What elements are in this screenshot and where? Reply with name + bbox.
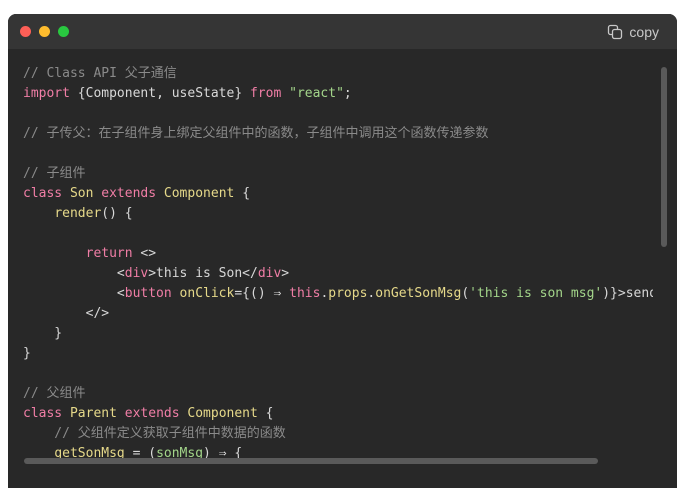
code-token: <>: [140, 246, 157, 261]
maximize-dot-icon: [58, 26, 69, 37]
code-token: 'this is son msg': [469, 286, 603, 301]
code-token: onClick: [179, 286, 235, 301]
code-line: // 子组件: [23, 164, 653, 184]
code-token: <: [23, 286, 125, 301]
code-line: // 子传父：在子组件身上绑定父组件中的函数，子组件中调用这个函数传递参数: [23, 124, 653, 144]
code-token: class: [23, 406, 70, 421]
code-token: >this is Son</: [148, 266, 258, 281]
code-token: extends: [124, 406, 188, 421]
code-token: // 子传父：在子组件身上绑定父组件中的函数，子组件中调用这个函数传递参数: [23, 126, 489, 141]
code-line: import {Component, useState} from "react…: [23, 84, 653, 104]
code-token: }: [23, 326, 63, 341]
code-token: extends: [101, 186, 164, 201]
minimize-dot-icon: [39, 26, 50, 37]
code-line: return <>: [23, 244, 653, 264]
code-token: = (: [132, 446, 157, 458]
code-line: class Parent extends Component {: [23, 404, 653, 424]
code-line: <button onClick={() ⇒ this.props.onGetSo…: [23, 284, 653, 304]
horizontal-scrollbar[interactable]: [24, 458, 598, 464]
code-line: <div>this is Son</div>: [23, 264, 653, 284]
code-line: }: [23, 344, 653, 364]
code-token: import: [23, 86, 78, 101]
code-token: div: [257, 266, 282, 281]
vertical-scrollbar[interactable]: [661, 67, 667, 247]
code-token: this: [289, 286, 321, 301]
code-token: Son: [69, 186, 102, 201]
code-token: "react": [289, 86, 344, 101]
copy-icon: [608, 24, 623, 40]
code-token: // 父组件: [23, 386, 86, 401]
code-token: {: [242, 186, 251, 201]
close-dot-icon: [20, 26, 31, 37]
code-block-titlebar: copy: [8, 14, 677, 49]
code-token: sonMsg: [156, 446, 204, 458]
code-token: div: [124, 266, 149, 281]
code-line: }: [23, 324, 653, 344]
code-token: () {: [101, 206, 133, 221]
code-token: // 父组件定义获取子组件中数据的函数: [23, 426, 286, 441]
code-token: from: [249, 86, 290, 101]
code-token: onGetSonMsg: [375, 286, 462, 301]
copy-label: copy: [629, 24, 659, 40]
code-token: Component: [187, 406, 266, 421]
code-token: ;: [343, 86, 352, 101]
code-token: {: [265, 406, 274, 421]
code-token: class: [23, 186, 70, 201]
code-token: >: [281, 266, 290, 281]
code-line: // 父组件: [23, 384, 653, 404]
code-token: Component: [163, 186, 243, 201]
code-line: render() {: [23, 204, 653, 224]
code-block-window: copy // Class API 父子通信 import {Component,…: [8, 14, 677, 488]
code-token: getSonMsg: [54, 446, 133, 458]
code-token: </>: [23, 306, 110, 321]
code-token: button: [124, 286, 180, 301]
code-token: ={() ⇒: [234, 286, 290, 301]
code-line: getSonMsg = (sonMsg) ⇒ {: [23, 444, 653, 458]
code-line: // 父组件定义获取子组件中数据的函数: [23, 424, 653, 444]
copy-button[interactable]: copy: [607, 22, 659, 42]
code-token: (: [461, 286, 470, 301]
code-token: )}>sendMsgToParent<: [602, 286, 653, 301]
code-token: <: [23, 266, 125, 281]
code-token: Parent: [69, 406, 125, 421]
code-token: render: [54, 206, 102, 221]
code-line: // Class API 父子通信: [23, 64, 653, 84]
code-token: // Class API 父子通信: [23, 66, 177, 81]
code-line: </>: [23, 304, 653, 324]
code-token: ) ⇒ {: [203, 446, 243, 458]
code-token: props: [328, 286, 368, 301]
code-token: }: [23, 346, 31, 361]
code-line: class Son extends Component {: [23, 184, 653, 204]
code-content[interactable]: // Class API 父子通信 import {Component, useS…: [23, 64, 653, 458]
code-token: // 子组件: [23, 166, 86, 181]
code-token: {Component, useState}: [77, 86, 250, 101]
code-token: return: [85, 246, 141, 261]
